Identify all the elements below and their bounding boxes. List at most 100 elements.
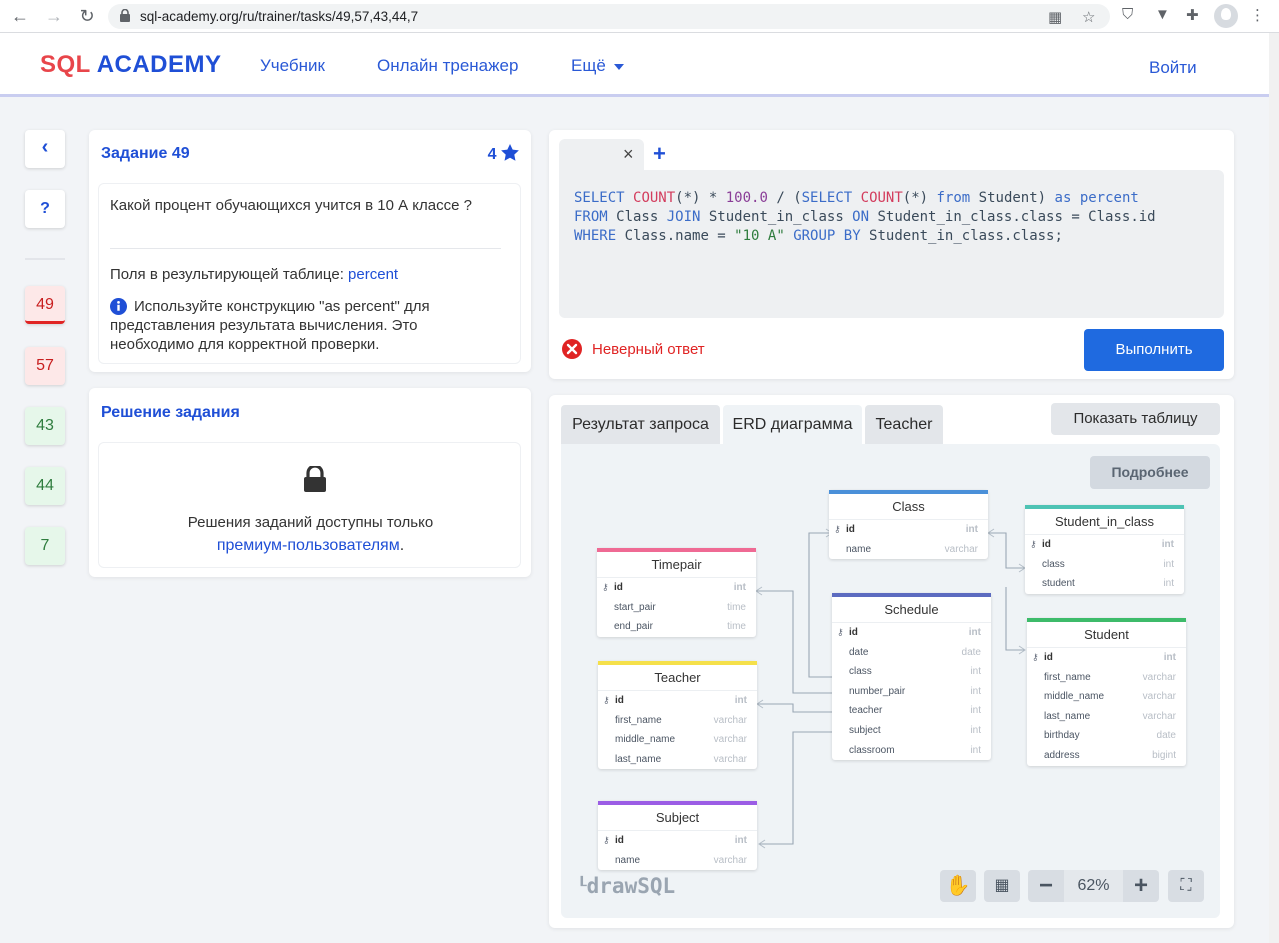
question-divider: [110, 248, 501, 249]
zoom-out-icon[interactable]: −: [1028, 870, 1064, 902]
task-button-49[interactable]: 49: [25, 286, 65, 324]
erd-column-date: date date: [832, 643, 991, 663]
erd-column-type: int: [970, 724, 981, 736]
tab-teacher[interactable]: Teacher: [865, 405, 943, 445]
task-button-57[interactable]: 57: [25, 347, 65, 385]
task-button-43[interactable]: 43: [25, 407, 65, 445]
primary-key-icon: ⚷: [603, 695, 610, 705]
editor-tab[interactable]: ×: [559, 139, 644, 171]
reload-icon[interactable]: ↻: [77, 6, 97, 26]
erd-table-student-in-class[interactable]: Student_in_class ⚷ id int class int student int: [1025, 505, 1184, 594]
login-link[interactable]: Войти: [1149, 58, 1197, 78]
hint-text: Используйте конструкцию "as percent" для…: [110, 298, 430, 353]
pan-hand-icon[interactable]: ✋: [940, 870, 976, 902]
task-button-44[interactable]: 44: [25, 467, 65, 505]
show-table-button[interactable]: Показать таблицу: [1051, 403, 1220, 435]
site-logo[interactable]: SQL ACADEMY: [40, 51, 222, 79]
question-card: Какой процент обучающихся учится в 10 А …: [98, 183, 521, 364]
erd-table-class[interactable]: Class ⚷ id int name varchar: [829, 490, 988, 560]
erd-column-type: int: [1161, 539, 1174, 550]
erd-table-title: Schedule: [832, 593, 991, 623]
erd-column-name: id: [849, 627, 858, 638]
fullscreen-icon[interactable]: ⛶: [1168, 870, 1204, 902]
run-button[interactable]: Выполнить: [1084, 329, 1224, 371]
back-button[interactable]: ‹: [25, 130, 65, 168]
premium-link[interactable]: премиум-пользователям: [217, 537, 400, 554]
padlock-icon: [304, 466, 326, 492]
zoom-in-icon[interactable]: +: [1123, 870, 1159, 902]
erd-column-student: student int: [1025, 574, 1184, 594]
erd-column-name: name varchar: [598, 851, 757, 871]
error-icon: [562, 339, 582, 359]
extensions-puzzle-icon[interactable]: ✚: [1186, 6, 1199, 24]
erd-column-first-name: first_name varchar: [1027, 668, 1186, 688]
grid-icon[interactable]: ▦: [984, 870, 1020, 902]
tab-query-result[interactable]: Результат запроса: [561, 405, 720, 445]
erd-table-student[interactable]: Student ⚷ id int first_name varchar middle_nam…: [1027, 618, 1186, 766]
erd-column-type: date: [1156, 730, 1176, 742]
erd-column-address: address bigint: [1027, 746, 1186, 766]
primary-key-icon: ⚷: [602, 582, 609, 592]
erd-column-birthday: birthday date: [1027, 726, 1186, 746]
nav-trainer[interactable]: Онлайн тренажер: [377, 56, 518, 76]
erd-column-type: int: [1163, 558, 1174, 570]
erd-column-number-pair: number_pair int: [832, 682, 991, 702]
erd-table-subject[interactable]: Subject ⚷ id int name varchar: [598, 801, 757, 871]
add-tab-icon[interactable]: +: [653, 141, 666, 167]
erd-column-name: address: [1044, 749, 1080, 761]
erd-table-timepair[interactable]: Timepair ⚷ id int start_pair time end_pair time: [597, 548, 756, 637]
profile-avatar[interactable]: [1214, 4, 1238, 28]
sql-code-editor[interactable]: SELECT COUNT(*) * 100.0 / (SELECT COUNT(…: [559, 170, 1224, 318]
task-button-7[interactable]: 7: [25, 527, 65, 565]
erd-column-name: id: [614, 582, 623, 593]
url-text: sql-academy.org/ru/trainer/tasks/49,57,4…: [140, 9, 419, 24]
nav-tutorial[interactable]: Учебник: [260, 56, 325, 76]
erd-column-name: end_pair: [614, 621, 653, 633]
erd-column-name: first_name: [1044, 671, 1091, 683]
forward-arrow-icon[interactable]: →: [44, 6, 64, 26]
close-tab-icon[interactable]: ×: [623, 144, 634, 165]
nav-more[interactable]: Ещё: [571, 56, 624, 76]
extension-shield-icon[interactable]: ⛉: [1122, 6, 1133, 23]
browser-menu-icon[interactable]: ⋮: [1250, 6, 1265, 24]
qr-code-icon[interactable]: ▦: [1048, 8, 1062, 26]
erd-column-name: id: [615, 835, 624, 846]
erd-canvas[interactable]: Class ⚷ id int name varchar Student_in_class ⚷ i…: [561, 444, 1220, 918]
erd-column-name: name: [615, 854, 641, 866]
erd-column-id: ⚷ id int: [829, 520, 988, 540]
zoom-control: − 62% +: [1028, 870, 1159, 902]
erd-column-type: int: [970, 685, 981, 697]
erd-table-title: Teacher: [598, 661, 757, 691]
erd-column-type: varchar: [713, 734, 747, 746]
erd-column-type: varchar: [713, 714, 747, 726]
details-button[interactable]: Подробнее: [1090, 456, 1210, 489]
erd-column-type: int: [734, 695, 747, 706]
erd-column-type: varchar: [713, 854, 747, 866]
erd-column-end-pair: end_pair time: [597, 617, 756, 637]
erd-column-type: int: [970, 666, 981, 678]
erd-column-type: varchar: [944, 543, 978, 555]
bookmark-star-icon[interactable]: ☆: [1082, 8, 1095, 26]
erd-table-title: Class: [829, 490, 988, 520]
erd-column-name: id: [1042, 539, 1051, 550]
primary-key-icon: ⚷: [603, 835, 610, 845]
erd-table-teacher[interactable]: Teacher ⚷ id int first_name varchar middle_nam…: [598, 661, 757, 770]
address-bar[interactable]: sql-academy.org/ru/trainer/tasks/49,57,4…: [108, 4, 1110, 29]
page-scrollbar[interactable]: [1269, 33, 1279, 943]
erd-column-id: ⚷ id int: [597, 578, 756, 598]
extension-v-icon[interactable]: ▼: [1155, 6, 1170, 23]
status-wrong-answer: Неверный ответ: [592, 341, 705, 358]
erd-table-schedule[interactable]: Schedule ⚷ id int date date class int number_pai…: [832, 593, 991, 761]
erd-column-classroom: classroom int: [832, 741, 991, 761]
erd-column-name: first_name: [615, 714, 662, 726]
tab-erd-diagram[interactable]: ERD диаграмма: [723, 405, 862, 446]
erd-column-type: date: [961, 646, 981, 658]
back-arrow-icon[interactable]: ←: [10, 6, 30, 26]
erd-column-name: subject: [849, 724, 881, 736]
star-icon: [501, 144, 519, 161]
help-button[interactable]: ?: [25, 190, 65, 228]
erd-column-last-name: last_name varchar: [1027, 707, 1186, 727]
erd-column-name: middle_name: [615, 734, 676, 746]
erd-table-title: Student: [1027, 618, 1186, 648]
erd-column-type: int: [734, 835, 747, 846]
